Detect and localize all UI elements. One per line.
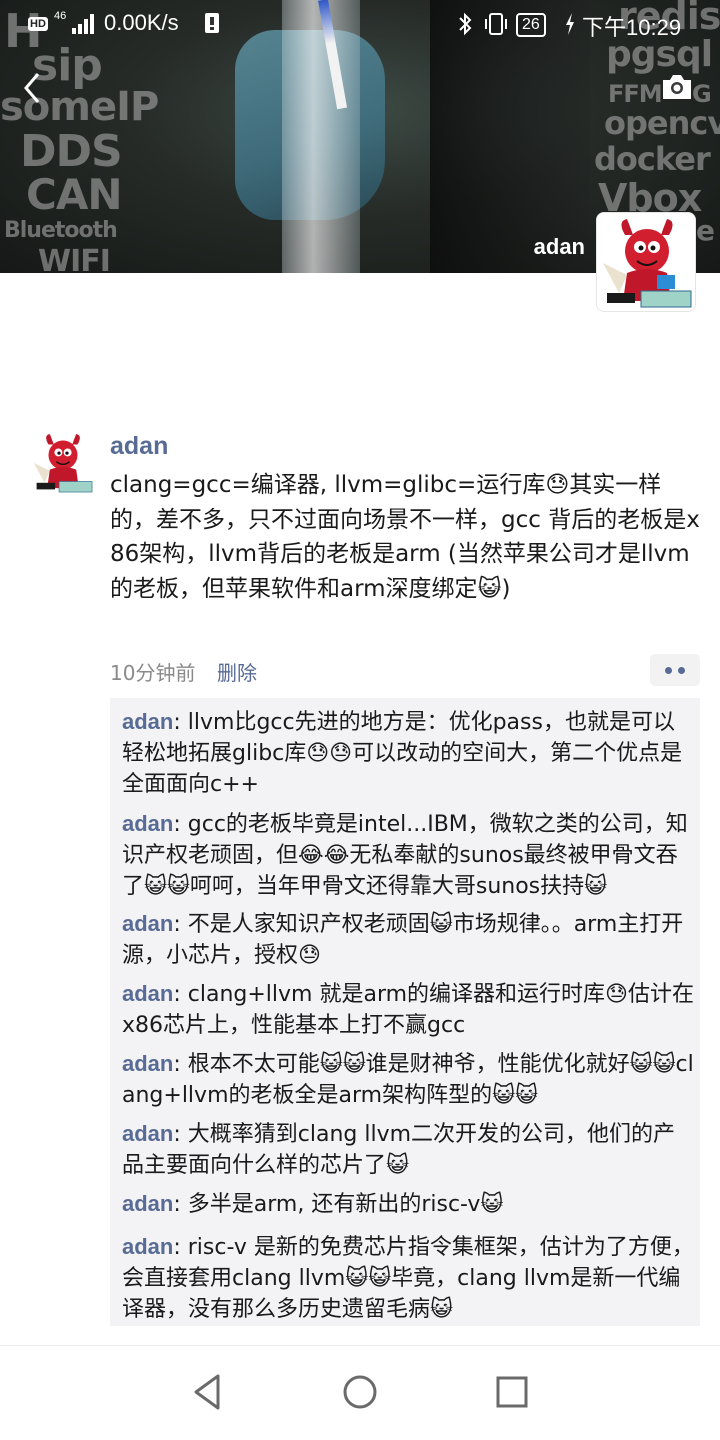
comment-item[interactable]: adan: gcc的老板毕竟是intel...IBM，微软之类的公司，知识产权老… xyxy=(122,808,694,902)
comment-text: risc-v 是新的免费芯片指令集框架，估计为了方便，会直接套用clang ll… xyxy=(122,1235,694,1322)
vibrate-icon xyxy=(482,12,510,42)
comment-separator: : xyxy=(173,1122,188,1147)
post-author-avatar[interactable] xyxy=(30,430,96,496)
comment-item[interactable]: adan: 不是人家知识产权老顽固😺市场规律。。arm主打开源，小芯片，授权😓 xyxy=(122,908,694,971)
signal-icon xyxy=(72,14,98,35)
battery-level: 26 xyxy=(516,13,546,38)
bluetooth-icon xyxy=(456,12,474,42)
hd-badge: HD xyxy=(28,17,48,32)
comment-separator: : xyxy=(173,1052,188,1077)
cover-watermark: opencv xyxy=(604,104,720,142)
delete-link[interactable]: 删除 xyxy=(217,657,257,686)
more-actions-button[interactable] xyxy=(650,654,700,686)
camera-icon[interactable] xyxy=(660,72,694,102)
comment-separator: : xyxy=(173,710,188,735)
sim-icon xyxy=(204,12,220,40)
dot-icon xyxy=(678,667,685,674)
comment-author[interactable]: adan xyxy=(122,1234,173,1259)
comment-item[interactable]: adan: llvm比gcc先进的地方是：优化pass，也就是可以轻松地拓展gl… xyxy=(122,706,694,800)
comment-text: 大概率猜到clang llvm二次开发的公司，他们的产品主要面向什么样的芯片了😺 xyxy=(122,1122,676,1178)
comment-item[interactable]: adan: clang+llvm 就是arm的编译器和运行时库😓估计在x86芯片… xyxy=(122,978,694,1041)
comment-list: adan: llvm比gcc先进的地方是：优化pass，也就是可以轻松地拓展gl… xyxy=(110,698,700,1326)
comment-separator: : xyxy=(173,1192,188,1217)
comment-item[interactable]: adan: 大概率猜到clang llvm二次开发的公司，他们的产品主要面向什么… xyxy=(122,1118,694,1181)
comment-author[interactable]: adan xyxy=(122,981,173,1006)
cover-watermark: WIFI xyxy=(38,244,111,273)
comment-separator: : xyxy=(173,1235,188,1260)
comment-text: 不是人家知识产权老顽固😺市场规律。。arm主打开源，小芯片，授权😓 xyxy=(122,912,684,968)
charging-icon xyxy=(564,12,576,42)
comment-separator: : xyxy=(173,912,188,937)
net-speed: 0.00K/s xyxy=(104,10,179,35)
post-body-text: clang=gcc=编译器, llvm=glibc=运行库😓其实一样的，差不多，… xyxy=(110,472,700,602)
cover-watermark: e xyxy=(696,214,715,247)
comment-author[interactable]: adan xyxy=(122,709,173,734)
comment-separator: : xyxy=(173,982,188,1007)
cover-watermark: CAN xyxy=(26,170,122,219)
comment-text: llvm比gcc先进的地方是：优化pass，也就是可以轻松地拓展glibc库😓😓… xyxy=(122,710,683,797)
comment-item[interactable]: adan: 根本不太可能😺😺谁是财神爷，性能优化就好😺😺clang+llvm的老… xyxy=(122,1048,694,1111)
network-type: 46 xyxy=(54,10,67,22)
nav-recents-icon[interactable] xyxy=(488,1368,536,1416)
comment-text: clang+llvm 就是arm的编译器和运行时库😓估计在x86芯片上，性能基本… xyxy=(122,982,694,1038)
back-arrow-icon[interactable] xyxy=(18,70,48,106)
comment-item[interactable]: adan: 多半是arm, 还有新出的risc-v😺 xyxy=(122,1188,694,1220)
comment-author[interactable]: adan xyxy=(122,1051,173,1076)
comment-separator: : xyxy=(173,812,188,837)
post-author-name[interactable]: adan xyxy=(110,432,168,461)
comment-text: gcc的老板毕竟是intel...IBM，微软之类的公司，知识产权老顽固，但😂😂… xyxy=(122,812,688,899)
cover-watermark: docker xyxy=(594,140,711,178)
network-indicator: HD 46 xyxy=(28,10,98,36)
comment-text: 多半是arm, 还有新出的risc-v😺 xyxy=(187,1192,504,1217)
system-nav-bar xyxy=(0,1345,720,1440)
nav-home-icon[interactable] xyxy=(336,1368,384,1416)
cover-watermark: Bluetooth xyxy=(4,218,118,243)
battery-icon: 26 xyxy=(516,11,546,38)
cover-username: adan xyxy=(533,234,585,259)
status-bar: HD 46 0.00K/s 26 下午10:29 xyxy=(0,0,720,52)
comment-author[interactable]: adan xyxy=(122,911,173,936)
clock: 下午10:29 xyxy=(582,15,682,40)
post-timestamp: 10分钟前 xyxy=(110,661,196,685)
profile-avatar[interactable] xyxy=(596,212,696,312)
comment-author[interactable]: adan xyxy=(122,811,173,836)
nav-back-icon[interactable] xyxy=(184,1368,232,1416)
comment-author[interactable]: adan xyxy=(122,1121,173,1146)
dot-icon xyxy=(665,667,672,674)
comment-item[interactable]: adan: risc-v 是新的免费芯片指令集框架，估计为了方便，会直接套用cl… xyxy=(122,1231,694,1325)
comment-author[interactable]: adan xyxy=(122,1191,173,1216)
comment-text: 根本不太可能😺😺谁是财神爷，性能优化就好😺😺clang+llvm的老板全是arm… xyxy=(122,1052,694,1108)
